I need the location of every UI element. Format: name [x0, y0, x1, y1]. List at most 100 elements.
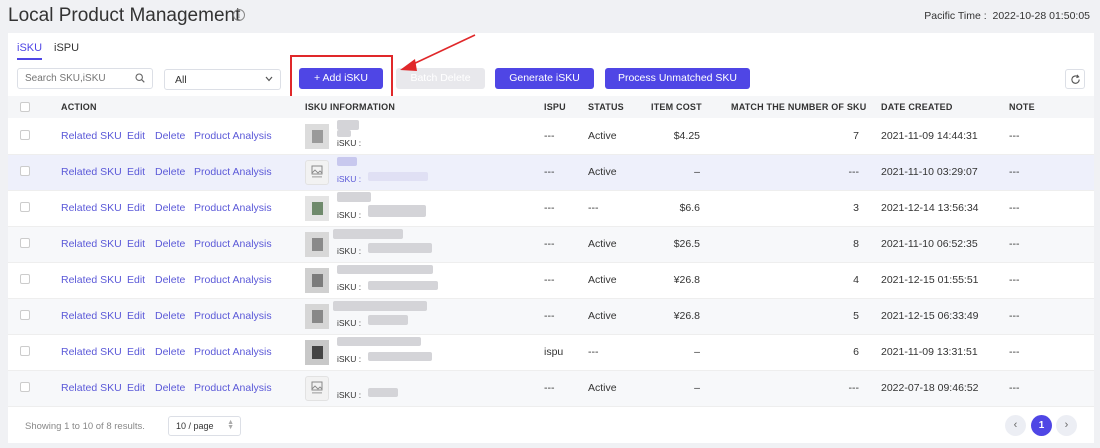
product-analysis-link[interactable]: Product Analysis — [194, 310, 272, 322]
product-analysis-link[interactable]: Product Analysis — [194, 346, 272, 358]
page-header: Local Product Management i Pacific Time … — [0, 0, 1100, 32]
ispu-value: --- — [544, 382, 555, 394]
item-cost-value: ¥26.8 — [673, 274, 700, 286]
current-page-button[interactable]: 1 — [1031, 415, 1052, 436]
isku-label: iSKU : — [337, 282, 362, 292]
edit-link[interactable]: Edit — [127, 346, 145, 358]
edit-link[interactable]: Edit — [127, 238, 145, 250]
delete-link[interactable]: Delete — [155, 310, 185, 322]
item-cost-value: ¥26.8 — [673, 310, 700, 322]
redacted-text — [337, 337, 421, 346]
related-sku-link[interactable]: Related SKU — [61, 166, 122, 178]
related-sku-link[interactable]: Related SKU — [61, 310, 122, 322]
refresh-icon — [1071, 74, 1080, 84]
search-icon[interactable] — [135, 73, 145, 83]
table-row[interactable]: Related SKU Edit Delete Product Analysis iSK… — [8, 335, 1094, 371]
tab-isku[interactable]: iSKU — [17, 42, 43, 60]
edit-link[interactable]: Edit — [127, 382, 145, 394]
delete-link[interactable]: Delete — [155, 130, 185, 142]
related-sku-link[interactable]: Related SKU — [61, 274, 122, 286]
product-analysis-link[interactable]: Product Analysis — [194, 202, 272, 214]
edit-link[interactable]: Edit — [127, 130, 145, 142]
table-header: ACTION ISKU INFORMATION ISPU STATUS ITEM… — [8, 96, 1094, 118]
row-checkbox[interactable] — [20, 346, 30, 356]
note-value: --- — [1009, 346, 1020, 358]
row-checkbox[interactable] — [20, 382, 30, 392]
product-thumbnail — [305, 196, 329, 221]
col-ispu: ISPU — [544, 102, 566, 112]
edit-link[interactable]: Edit — [127, 274, 145, 286]
tab-ispu[interactable]: iSPU — [54, 42, 79, 60]
edit-link[interactable]: Edit — [127, 310, 145, 322]
edit-link[interactable]: Edit — [127, 202, 145, 214]
redacted-text — [337, 192, 371, 202]
row-checkbox[interactable] — [20, 202, 30, 212]
item-cost-value: $4.25 — [673, 130, 700, 142]
delete-link[interactable]: Delete — [155, 274, 185, 286]
delete-link[interactable]: Delete — [155, 238, 185, 250]
date-created-value: 2022-07-18 09:46:52 — [881, 382, 979, 394]
related-sku-link[interactable]: Related SKU — [61, 346, 122, 358]
edit-link[interactable]: Edit — [127, 166, 145, 178]
search-box[interactable] — [17, 68, 153, 89]
thumbnail-image — [312, 310, 323, 323]
note-value: --- — [1009, 382, 1020, 394]
next-page-button[interactable]: › — [1056, 415, 1077, 436]
prev-page-button[interactable]: ‹ — [1005, 415, 1026, 436]
search-input[interactable] — [18, 69, 128, 88]
isku-label: iSKU : — [337, 354, 362, 364]
pacific-time: Pacific Time : 2022-10-28 01:50:05 — [924, 10, 1090, 22]
product-thumbnail — [305, 124, 329, 149]
ispu-value: --- — [544, 130, 555, 142]
delete-link[interactable]: Delete — [155, 202, 185, 214]
table-row[interactable]: Related SKU Edit Delete Product Analysis iSK… — [8, 263, 1094, 299]
refresh-button[interactable] — [1065, 69, 1085, 89]
table-row[interactable]: Related SKU Edit Delete Product Analysis iSK… — [8, 371, 1094, 407]
select-all-checkbox[interactable] — [20, 102, 30, 112]
toolbar: All + Add iSKU Batch Delete Generate iSK… — [8, 67, 1094, 91]
match-count-value: 4 — [853, 274, 859, 286]
item-cost-value: $6.6 — [679, 202, 700, 214]
related-sku-link[interactable]: Related SKU — [61, 202, 122, 214]
results-summary: Showing 1 to 10 of 8 results. — [25, 421, 145, 432]
table-row[interactable]: Related SKU Edit Delete Product Analysis iSK… — [8, 191, 1094, 227]
delete-link[interactable]: Delete — [155, 346, 185, 358]
table-row[interactable]: Related SKU Edit Delete Product Analysis iSK… — [8, 299, 1094, 335]
match-count-value: 8 — [853, 238, 859, 250]
product-analysis-link[interactable]: Product Analysis — [194, 166, 272, 178]
table-row[interactable]: Related SKU Edit Delete Product Analysis iSK… — [8, 119, 1094, 155]
product-analysis-link[interactable]: Product Analysis — [194, 274, 272, 286]
redacted-text — [368, 388, 398, 397]
product-analysis-link[interactable]: Product Analysis — [194, 130, 272, 142]
related-sku-link[interactable]: Related SKU — [61, 238, 122, 250]
product-analysis-link[interactable]: Product Analysis — [194, 382, 272, 394]
row-checkbox[interactable] — [20, 238, 30, 248]
ispu-value: --- — [544, 238, 555, 250]
annotation-arrow-icon — [400, 34, 476, 71]
status-select[interactable]: All — [164, 69, 281, 90]
table-row[interactable]: Related SKU Edit Delete Product Analysis iSK… — [8, 155, 1094, 191]
redacted-text — [368, 315, 408, 325]
match-count-value: 5 — [853, 310, 859, 322]
status-value: --- — [588, 202, 599, 214]
info-icon[interactable]: i — [233, 9, 245, 21]
generate-isku-button[interactable]: Generate iSKU — [495, 68, 594, 89]
table-row[interactable]: Related SKU Edit Delete Product Analysis iSK… — [8, 227, 1094, 263]
related-sku-link[interactable]: Related SKU — [61, 382, 122, 394]
row-checkbox[interactable] — [20, 130, 30, 140]
match-count-value: --- — [848, 166, 860, 178]
date-created-value: 2021-11-10 06:52:35 — [881, 238, 978, 250]
col-match-number: MATCH THE NUMBER OF SKU — [731, 102, 867, 112]
related-sku-link[interactable]: Related SKU — [61, 130, 122, 142]
delete-link[interactable]: Delete — [155, 382, 185, 394]
delete-link[interactable]: Delete — [155, 166, 185, 178]
page-size-select[interactable]: 10 / page ▲ ▼ — [168, 416, 241, 436]
process-unmatched-sku-button[interactable]: Process Unmatched SKU — [605, 68, 750, 89]
row-checkbox[interactable] — [20, 310, 30, 320]
note-value: --- — [1009, 202, 1020, 214]
isku-label: iSKU : — [337, 318, 362, 328]
note-value: --- — [1009, 238, 1020, 250]
row-checkbox[interactable] — [20, 166, 30, 176]
product-analysis-link[interactable]: Product Analysis — [194, 238, 272, 250]
row-checkbox[interactable] — [20, 274, 30, 284]
